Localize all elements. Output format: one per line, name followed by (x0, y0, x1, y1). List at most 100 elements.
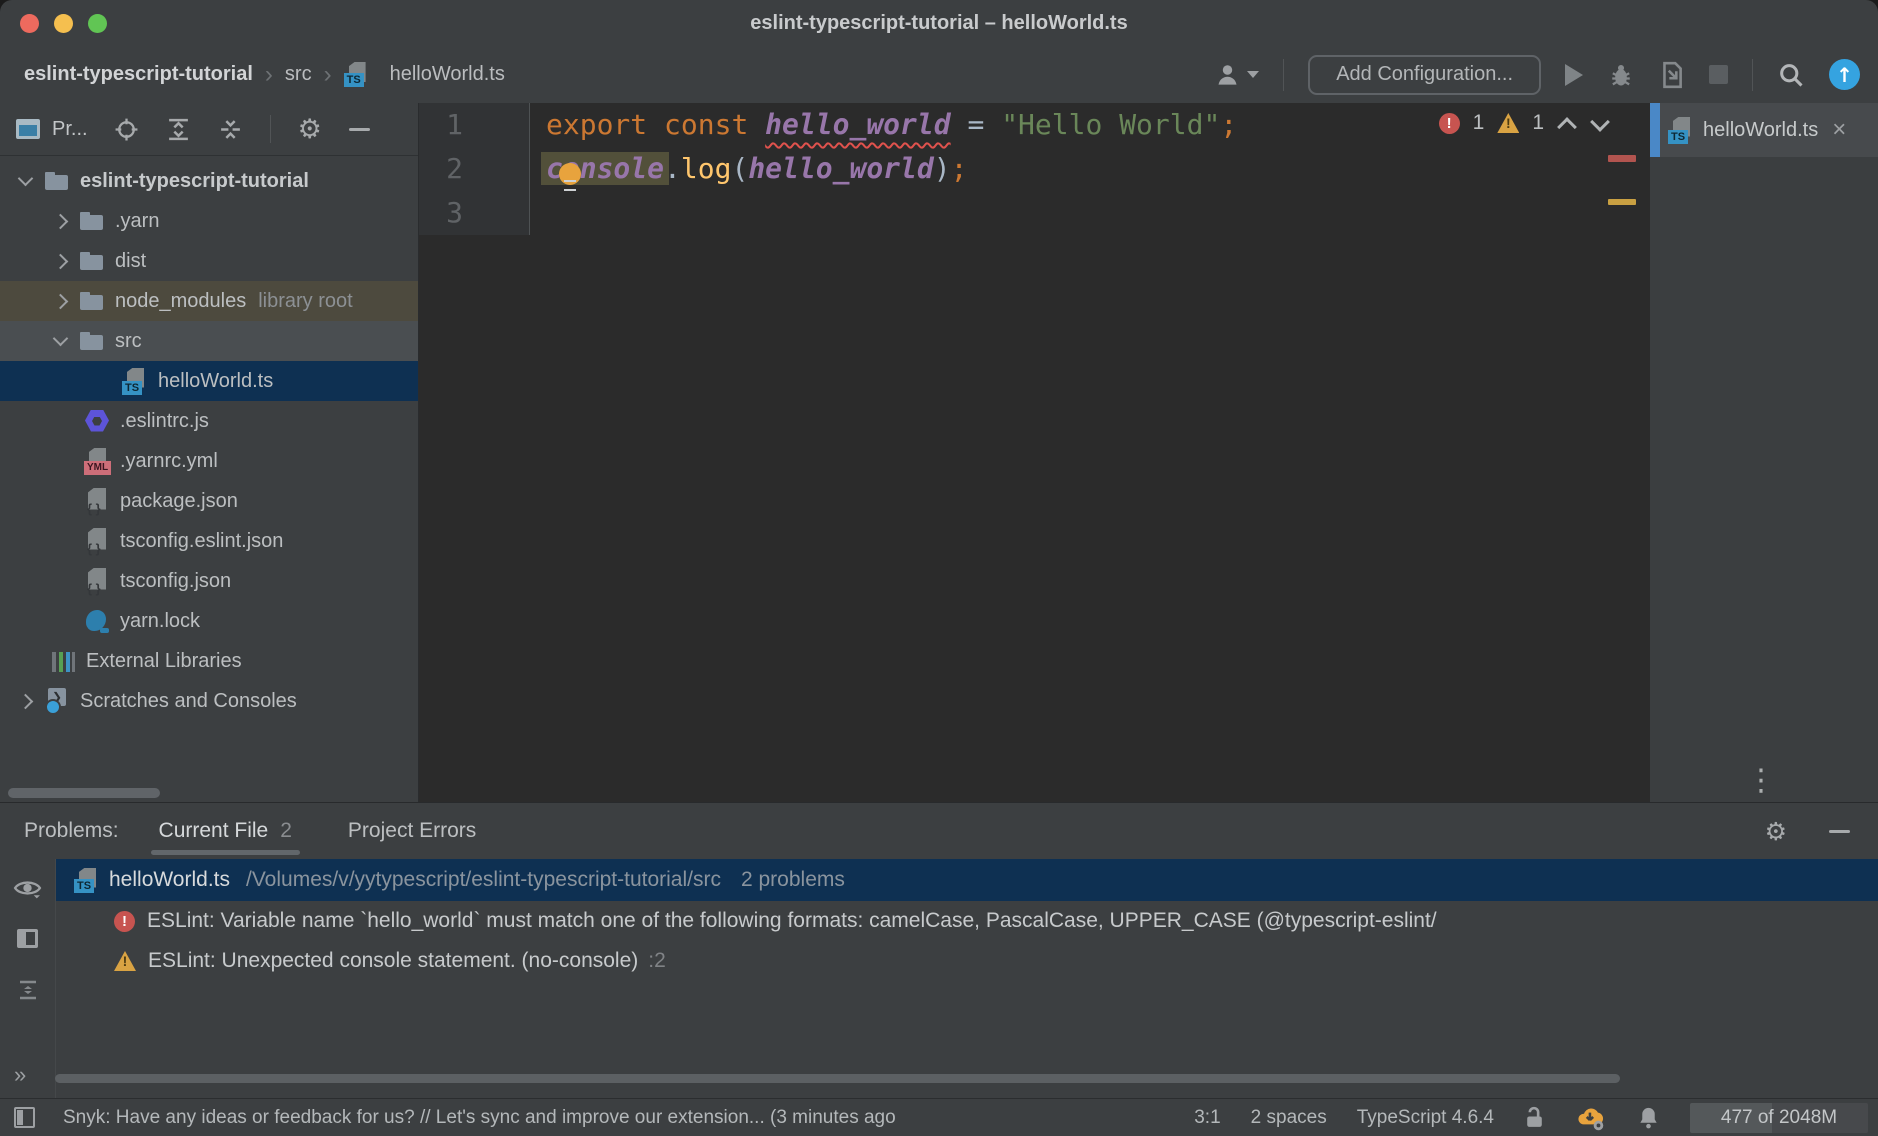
problems-list: TS helloWorld.ts /Volumes/v/yytypescript… (56, 859, 1878, 1098)
toolbar-divider (1283, 59, 1284, 91)
tree-item-dist[interactable]: dist (0, 241, 418, 281)
code-text[interactable]: export const hello_world = "Hello World"… (530, 103, 1237, 147)
problem-text: ESLint: Variable name `hello_world` must… (147, 909, 1437, 933)
chevron-right-icon[interactable] (47, 288, 73, 314)
tree-item-scratches-and-consoles[interactable]: Scratches and Consoles (0, 681, 418, 721)
update-available-button[interactable]: ↑ (1829, 59, 1860, 90)
tree-item-label: src (115, 330, 142, 353)
preview-pane-icon[interactable] (17, 929, 38, 948)
code-text[interactable] (530, 191, 546, 235)
tree-item-label: helloWorld.ts (158, 370, 273, 393)
tree-item-label: .yarn (115, 210, 159, 233)
tree-item-helloworld-ts[interactable]: TShelloWorld.ts (0, 361, 418, 401)
code-token: "Hello World" (1001, 108, 1220, 141)
add-configuration-button[interactable]: Add Configuration... (1308, 55, 1541, 95)
horizontal-scrollbar-thumb[interactable] (55, 1074, 1620, 1083)
tree-item--eslintrc-js[interactable]: .eslintrc.js (0, 401, 418, 441)
tree-item-label: External Libraries (86, 650, 242, 673)
next-problem-button[interactable] (1590, 113, 1610, 133)
folder-icon (44, 168, 71, 195)
error-icon: ! (114, 911, 135, 932)
code-token: = (967, 108, 984, 141)
warning-stripe-mark[interactable] (1608, 199, 1636, 205)
previous-problem-button[interactable] (1557, 113, 1577, 133)
editor-tab[interactable]: TS helloWorld.ts × (1650, 103, 1878, 157)
chevron-right-icon[interactable] (47, 208, 73, 234)
expand-all-problems-icon[interactable] (16, 978, 40, 1002)
debug-bug-button[interactable] (1607, 61, 1635, 89)
user-icon (1214, 61, 1241, 88)
notification-bell-icon[interactable] (1637, 1105, 1660, 1130)
tree-item-package-json[interactable]: package.json (0, 481, 418, 521)
horizontal-scrollbar-thumb[interactable] (8, 788, 160, 798)
intention-bulb-icon[interactable] (558, 163, 582, 191)
collapse-all-icon[interactable] (218, 117, 243, 142)
gutter-line-number[interactable]: 2 (419, 147, 530, 191)
memory-indicator[interactable]: 477 of 2048M (1690, 1103, 1868, 1133)
code-token (984, 108, 1001, 141)
typescript-version[interactable]: TypeScript 4.6.4 (1357, 1107, 1494, 1129)
coverage-button[interactable] (1659, 61, 1685, 89)
expand-all-icon[interactable] (166, 117, 191, 142)
project-panel-title[interactable]: Pr... (52, 118, 88, 141)
breadcrumb-project[interactable]: eslint-typescript-tutorial (24, 63, 253, 86)
stop-button[interactable] (1709, 65, 1728, 84)
breadcrumb-file[interactable]: helloWorld.ts (390, 63, 505, 86)
settings-gear-icon[interactable]: ⚙ (298, 116, 322, 143)
tree-item-yarn-lock[interactable]: yarn.lock (0, 601, 418, 641)
problems-file-row[interactable]: TS helloWorld.ts /Volumes/v/yytypescript… (56, 859, 1878, 901)
code-line[interactable]: 2console.log(hello_world); (419, 147, 1650, 191)
yml-file-icon: YML (84, 448, 111, 475)
code-token: hello_world (748, 152, 933, 185)
problems-settings-gear-icon[interactable]: ⚙ (1765, 819, 1787, 844)
run-button[interactable] (1565, 64, 1583, 86)
gutter-line-number[interactable]: 1 (419, 103, 530, 147)
tab-close-icon[interactable]: × (1832, 120, 1846, 140)
tree-item-external-libraries[interactable]: External Libraries (0, 641, 418, 681)
chevron-separator-icon: › (265, 65, 273, 85)
tree-item--yarn[interactable]: .yarn (0, 201, 418, 241)
tab-project-errors[interactable]: Project Errors (348, 804, 476, 858)
gutter-line-number[interactable]: 3 (419, 191, 530, 235)
search-everywhere-button[interactable] (1777, 61, 1805, 89)
problem-row[interactable]: ! ESLint: Variable name `hello_world` mus… (56, 901, 1878, 941)
tree-item-tsconfig-eslint-json[interactable]: tsconfig.eslint.json (0, 521, 418, 561)
user-menu-button[interactable] (1214, 61, 1259, 88)
hide-problems-panel-icon[interactable] (1829, 830, 1850, 833)
view-options-eye-icon[interactable] (13, 877, 42, 899)
chevron-right-icon[interactable] (47, 248, 73, 274)
error-stripe-mark[interactable] (1608, 155, 1636, 162)
tree-item-eslint-typescript-tutorial[interactable]: eslint-typescript-tutorial (0, 161, 418, 201)
window-title: eslint-typescript-tutorial – helloWorld.… (0, 12, 1878, 35)
chevron-down-icon[interactable] (47, 328, 73, 354)
code-text[interactable]: console.log(hello_world); (530, 147, 967, 191)
tree-item-label: tsconfig.eslint.json (120, 530, 283, 553)
status-message[interactable]: Snyk: Have any ideas or feedback for us?… (63, 1107, 896, 1129)
tool-window-switcher-icon[interactable] (14, 1107, 35, 1128)
breadcrumb-folder[interactable]: src (285, 63, 312, 86)
code-line[interactable]: 3 (419, 191, 1650, 235)
code-editor[interactable]: 1export const hello_world = "Hello World… (419, 103, 1650, 802)
caret-position[interactable]: 3:1 (1194, 1107, 1220, 1129)
snyk-cloud-icon[interactable] (1575, 1104, 1607, 1132)
problems-header: Problems: Current File 2 Project Errors … (0, 803, 1878, 859)
typescript-file-icon: TS (74, 868, 99, 893)
yarn-icon (84, 608, 111, 635)
tree-item-node-modules[interactable]: node_moduleslibrary root (0, 281, 418, 321)
lock-icon[interactable] (1524, 1105, 1545, 1130)
indent-info[interactable]: 2 spaces (1251, 1107, 1327, 1129)
tree-item-tsconfig-json[interactable]: tsconfig.json (0, 561, 418, 601)
project-view-icon[interactable] (16, 119, 40, 139)
chevron-down-icon[interactable] (12, 168, 38, 194)
kebab-menu-icon[interactable]: ⋮ (1746, 763, 1776, 798)
scratches-icon (44, 688, 71, 715)
hide-panel-icon[interactable] (349, 128, 370, 131)
problem-row[interactable]: ESLint: Unexpected console statement. (n… (56, 941, 1878, 981)
chevron-right-icon[interactable] (12, 688, 38, 714)
tree-item-src[interactable]: src (0, 321, 418, 361)
tab-current-file[interactable]: Current File 2 (159, 804, 292, 858)
tree-item--yarnrc-yml[interactable]: YML.yarnrc.yml (0, 441, 418, 481)
locate-file-icon[interactable] (114, 117, 139, 142)
tree-item-label: .eslintrc.js (120, 410, 209, 433)
more-options-chevrons[interactable]: » (14, 1062, 26, 1088)
